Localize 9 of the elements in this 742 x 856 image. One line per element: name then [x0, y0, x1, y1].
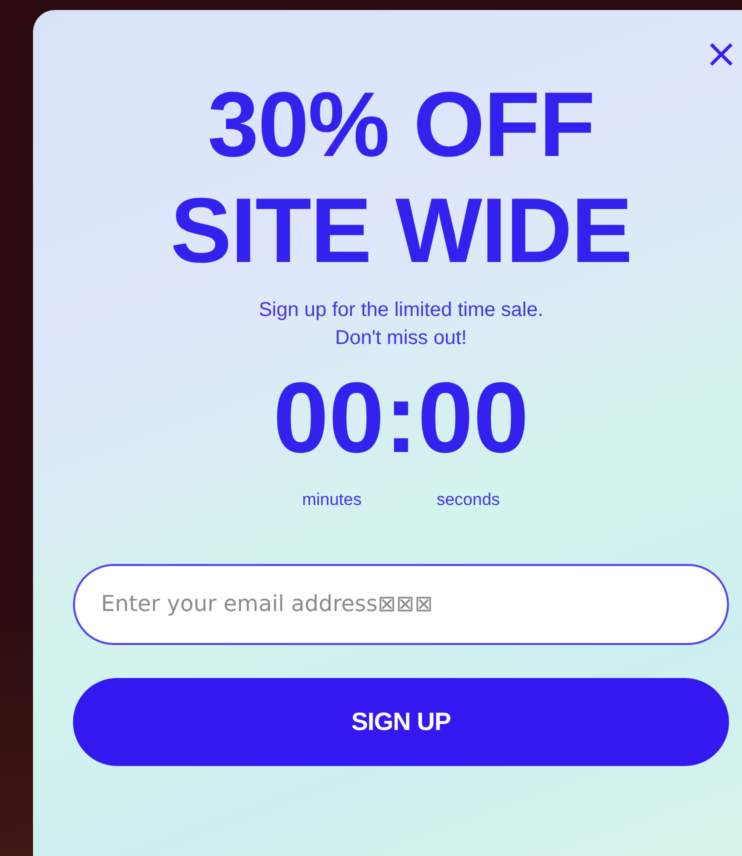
countdown-timer: 00:00 — [273, 368, 529, 468]
timer-unit-label: seconds — [436, 490, 500, 510]
timer-unit-label: minutes — [302, 490, 362, 510]
email-field[interactable]: Enter your email address⊠⊠⊠ — [73, 564, 729, 645]
subtitle-text: Sign up for the limited time sale. Don't miss out! — [258, 298, 544, 351]
headline: 30% OFF — [206, 73, 596, 178]
headline: SITE WIDE — [170, 179, 632, 284]
close-button[interactable]: × — [704, 34, 738, 74]
sign-up-button[interactable]: SIGN UP — [73, 678, 729, 766]
